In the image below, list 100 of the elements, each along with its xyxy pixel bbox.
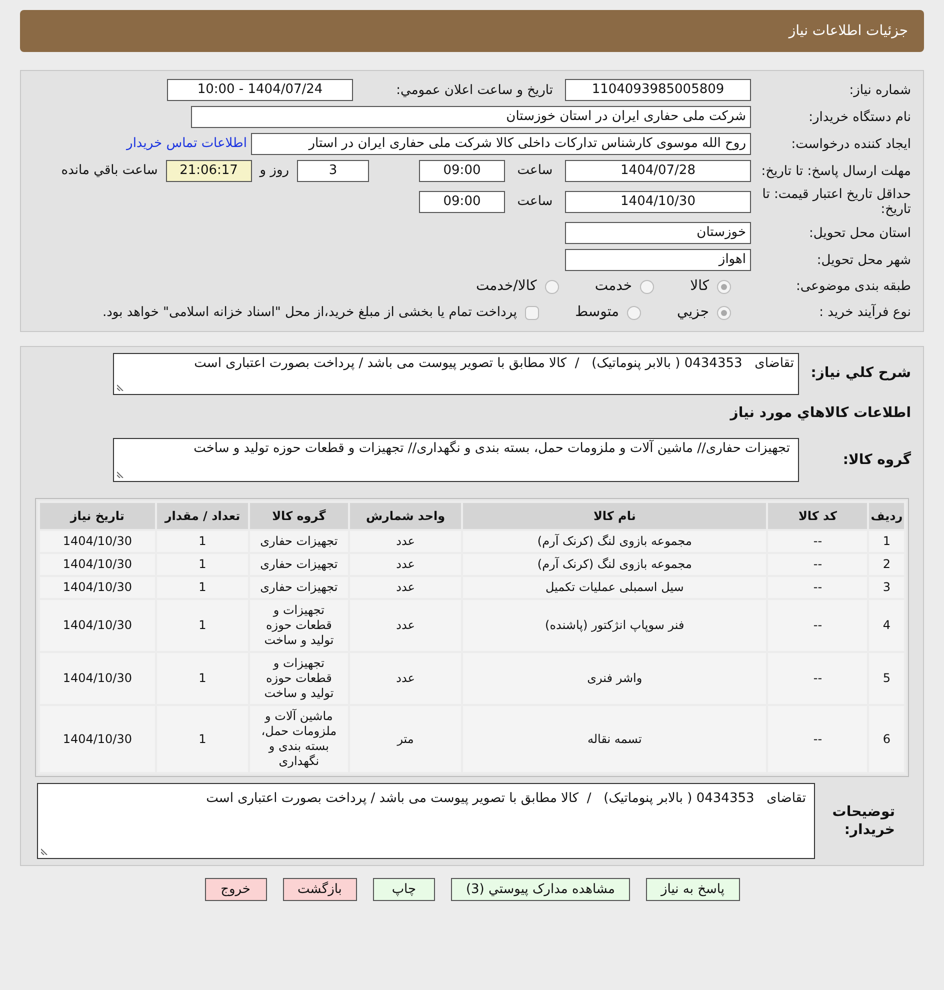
days-label: روز و <box>258 162 290 180</box>
text-field[interactable]: 1404/07/28 <box>565 160 751 182</box>
column-header: تاریخ نیاز <box>39 502 156 530</box>
table-cell: تجهیزات حفاری <box>249 576 349 599</box>
radio-label: متوسط <box>575 303 620 322</box>
action-button[interactable]: خروج <box>204 878 267 901</box>
column-header: تعداد / مقدار <box>156 502 250 530</box>
field-label: شهر محل تحویل: <box>816 252 911 268</box>
table-cell: 1404/10/30 <box>39 599 156 652</box>
description-box: تقاضای 0434353 ( بالابر پنوماتیک) / کالا مطابق با تصویر پیوست می باشد / پرداخت بصورت اعتباری است <box>113 353 799 395</box>
radio-button[interactable] <box>640 280 654 294</box>
table-cell: تجهیزات حفاری <box>249 553 349 576</box>
table-cell: تجهیزات حفاری <box>249 530 349 553</box>
table-cell: -- <box>766 599 868 652</box>
table-cell: فنر سوپاپ انژکتور (پاشنده) <box>462 599 767 652</box>
table-cell: 1 <box>156 705 250 773</box>
remaining-label: ساعت باقي مانده <box>60 162 159 180</box>
table-cell: 1 <box>156 599 250 652</box>
field-label: گروه کالا: <box>842 450 911 470</box>
table-cell: تجهیزات و قطعات حوزه تولید و ساخت <box>249 652 349 705</box>
action-button[interactable]: چاپ <box>372 878 435 901</box>
notes-box: تقاضای 0434353 ( بالابر پنوماتیک) / کالا مطابق با تصویر پیوست می باشد / پرداخت بصورت اعتباری است <box>37 783 815 859</box>
page-title: جزئیات اطلاعات نیاز <box>788 22 908 40</box>
table-cell: عدد <box>348 599 462 652</box>
text-field[interactable]: 1104093985005809 <box>565 79 751 101</box>
column-header: واحد شمارش <box>348 502 462 530</box>
contact-link[interactable]: اطلاعات تماس خریدار <box>126 134 247 154</box>
checkbox[interactable] <box>525 306 540 320</box>
action-button[interactable]: بازگشت <box>282 878 357 901</box>
table-cell: 2 <box>868 553 905 576</box>
column-header: نام کالا <box>462 502 767 530</box>
table-cell: 6 <box>868 705 905 773</box>
radio-button[interactable] <box>717 280 731 294</box>
table-cell: 1 <box>156 553 250 576</box>
table-cell: ماشین آلات و ملزومات حمل، بسته بندی و نگهداری <box>249 705 349 773</box>
table-cell: 1 <box>868 530 905 553</box>
table-cell: 1404/10/30 <box>39 553 156 576</box>
radio-button[interactable] <box>544 280 559 294</box>
table-cell: 4 <box>868 599 905 652</box>
radio-button[interactable] <box>627 306 642 320</box>
text-field[interactable]: 09:00 <box>419 191 505 213</box>
field-label: نوع فرآیند خرید : <box>818 305 911 320</box>
table-cell: متر <box>348 705 462 773</box>
radio-button[interactable] <box>717 306 731 320</box>
time-label: ساعت <box>516 193 554 212</box>
field-label: شرح کلي نیاز: <box>810 364 911 383</box>
action-button[interactable]: مشاهده مدارک پیوستي (3) <box>450 878 630 901</box>
field-label: استان محل تحویل: <box>808 226 911 240</box>
field-label: طبقه بندی موضوعی: <box>794 279 911 294</box>
table-cell: -- <box>766 652 868 705</box>
table-cell: -- <box>766 553 868 576</box>
field-label: نام دستگاه خریدار: <box>808 110 911 124</box>
table-cell: عدد <box>348 652 462 705</box>
field-label: مهلت ارسال پاسخ: تا تاریخ: <box>760 164 911 178</box>
column-header: گروه کالا <box>249 502 349 530</box>
text-field[interactable]: روح الله موسوی کارشناس تدارکات داخلی کالا شرکت ملی حفاری ایران در استار <box>251 133 751 155</box>
table-cell: 1404/10/30 <box>39 576 156 599</box>
text-field[interactable]: خوزستان <box>565 222 751 244</box>
table-cell: 1404/10/30 <box>39 652 156 705</box>
field-label: شماره نیاز: <box>848 82 911 98</box>
text-field[interactable]: 1404/10/30 <box>565 191 751 213</box>
text-field[interactable]: اهواز <box>565 249 751 271</box>
text-field[interactable]: 3 <box>297 160 369 182</box>
text-field[interactable]: 09:00 <box>419 160 505 182</box>
radio-label: کالا <box>690 277 709 296</box>
table-cell: تسمه نقاله <box>462 705 767 773</box>
table-cell: 1 <box>156 652 250 705</box>
field-label: ایجاد کننده درخواست: <box>790 136 911 152</box>
table-cell: 1404/10/30 <box>39 705 156 773</box>
table-cell: 1 <box>156 530 250 553</box>
resize-grip-icon <box>117 471 124 478</box>
section-heading: اطلاعات کالاهاي مورد نیاز <box>728 404 911 423</box>
table-cell: -- <box>766 530 868 553</box>
text-field[interactable]: 1404/07/24 - 10:00 <box>167 79 353 101</box>
table-cell: عدد <box>348 530 462 553</box>
remaining-time-field[interactable]: 21:06:17 <box>166 160 252 182</box>
table-cell: -- <box>766 576 868 599</box>
table-cell: 5 <box>868 652 905 705</box>
table-cell: -- <box>766 705 868 773</box>
table-cell: مجموعه بازوی لنگ (کرنک آرم) <box>462 530 767 553</box>
field-label: حداقل تاریخ اعتبار قیمت: تا تاریخ: <box>761 187 911 217</box>
table-cell: تجهیزات و قطعات حوزه تولید و ساخت <box>249 599 349 652</box>
field-label: توضیحات خریدار: <box>831 803 895 839</box>
table-cell: عدد <box>348 576 462 599</box>
checkbox-label: پرداخت تمام یا بخشی از مبلغ خرید،از محل "اسناد خزانه اسلامی" خواهد بود. <box>102 304 518 322</box>
radio-label: کالا/خدمت <box>476 277 537 296</box>
table-cell: عدد <box>348 553 462 576</box>
table-cell: 1404/10/30 <box>39 530 156 553</box>
action-button[interactable]: پاسخ به نیاز <box>646 878 740 901</box>
table-cell: سیل اسمبلی عملیات تکمیل <box>462 576 767 599</box>
table-cell: 1 <box>156 576 250 599</box>
goods-group-box: تجهیزات حفاری// ماشین آلات و ملزومات حمل، بسته بندی و نگهداری// تجهیزات و قطعات حوزه تولید و ساخت <box>113 438 799 482</box>
column-header: ردیف <box>868 502 905 530</box>
resize-grip-icon <box>41 848 48 855</box>
field-label: تاریخ و ساعت اعلان عمومي: <box>395 82 553 98</box>
table-cell: مجموعه بازوی لنگ (کرنک آرم) <box>462 553 767 576</box>
table-cell: 3 <box>868 576 905 599</box>
table-cell: واشر فنری <box>462 652 767 705</box>
column-header: کد کالا <box>766 502 868 530</box>
text-field[interactable]: شرکت ملی حفاری ایران در استان خوزستان <box>191 106 751 128</box>
